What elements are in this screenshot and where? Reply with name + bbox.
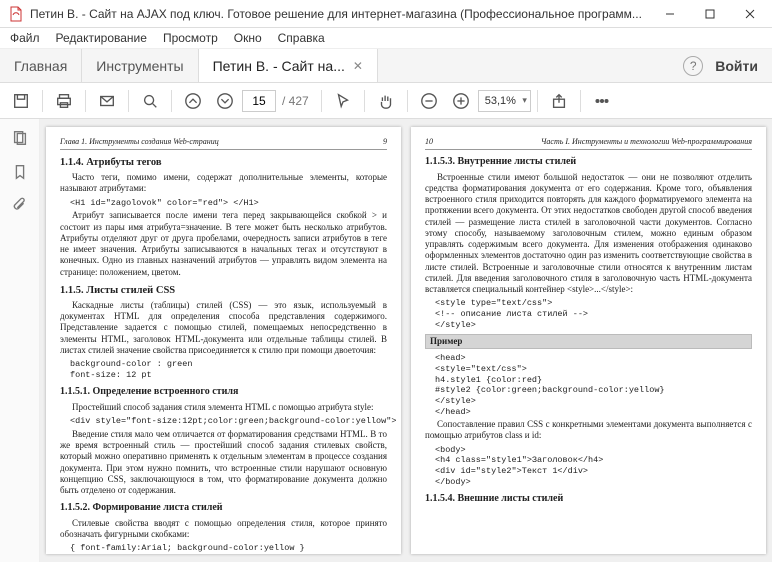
code-block: <div style="font-size:12pt;color:green;b… — [70, 416, 387, 427]
tab-document[interactable]: Петин В. - Сайт на... ✕ — [199, 49, 378, 82]
page-up-button[interactable] — [178, 86, 208, 116]
tab-label: Инструменты — [96, 58, 183, 74]
paragraph: Встроенные стили имеют большой недостато… — [425, 172, 752, 296]
print-button[interactable] — [49, 86, 79, 116]
attachments-panel-button[interactable] — [9, 195, 31, 217]
paragraph: Простейший способ задания стиля элемента… — [60, 402, 387, 413]
thumbnails-panel-button[interactable] — [9, 127, 31, 149]
sidebar — [0, 119, 40, 562]
bookmarks-panel-button[interactable] — [9, 161, 31, 183]
toolbar: / 427 53,1% — [0, 83, 772, 119]
zoom-select[interactable]: 53,1% — [478, 90, 531, 112]
heading-1-1-5-4: 1.1.5.4. Внешние листы стилей — [425, 493, 752, 506]
menu-edit[interactable]: Редактирование — [56, 31, 147, 45]
code-block: <body> <h4 class="style1">Заголовок</h4>… — [435, 445, 752, 488]
tab-label: Петин В. - Сайт на... — [213, 58, 345, 74]
page-number: 10 — [425, 137, 433, 147]
example-label: Пример — [425, 334, 752, 349]
paragraph: Атрибут записывается после имени тега пе… — [60, 210, 387, 278]
code-block: <style type="text/css"> <!-- описание ли… — [435, 298, 752, 330]
paragraph: Введение стиля мало чем отличается от фо… — [60, 429, 387, 497]
save-button[interactable] — [6, 86, 36, 116]
paragraph: Каскадные листы (таблицы) стилей (CSS) —… — [60, 300, 387, 356]
paragraph: Часто теги, помимо имени, содержат допол… — [60, 172, 387, 195]
more-tools-button[interactable] — [587, 86, 617, 116]
select-tool-button[interactable] — [328, 86, 358, 116]
tabbar: Главная Инструменты Петин В. - Сайт на..… — [0, 49, 772, 83]
heading-1-1-5-3: 1.1.5.3. Внутренние листы стилей — [425, 156, 752, 169]
find-button[interactable] — [135, 86, 165, 116]
tab-home[interactable]: Главная — [0, 49, 82, 82]
login-button[interactable]: Войти — [715, 58, 758, 74]
menu-help[interactable]: Справка — [278, 31, 325, 45]
heading-1-1-5-1: 1.1.5.1. Определение встроенного стиля — [60, 386, 387, 399]
close-button[interactable] — [730, 0, 770, 28]
menu-window[interactable]: Окно — [234, 31, 262, 45]
tab-tools[interactable]: Инструменты — [82, 49, 198, 82]
workspace: Глава 1. Инструменты создания Web-страни… — [0, 119, 772, 562]
share-button[interactable] — [544, 86, 574, 116]
zoom-out-button[interactable] — [414, 86, 444, 116]
menubar: Файл Редактирование Просмотр Окно Справк… — [0, 28, 772, 49]
page-number: 9 — [383, 137, 387, 147]
help-icon[interactable]: ? — [683, 56, 703, 76]
maximize-button[interactable] — [690, 0, 730, 28]
code-block: <head> <style="text/css"> h4.style1 {col… — [435, 353, 752, 417]
app-logo-icon — [8, 6, 24, 22]
mail-button[interactable] — [92, 86, 122, 116]
page-total-label: / 427 — [282, 94, 309, 108]
page-view[interactable]: Глава 1. Инструменты создания Web-страни… — [40, 119, 772, 562]
code-block: { font-family:Arial; background-color:ye… — [70, 543, 387, 554]
page-right: 10 Часть I. Инструменты и технологии Web… — [411, 127, 766, 554]
page-down-button[interactable] — [210, 86, 240, 116]
code-block: <H1 id="zagolovok" color="red"> </H1> — [70, 198, 387, 209]
minimize-button[interactable] — [650, 0, 690, 28]
tab-label: Главная — [14, 58, 67, 74]
zoom-in-button[interactable] — [446, 86, 476, 116]
code-block: background-color : green font-size: 12 p… — [70, 359, 387, 380]
running-head-right: Часть I. Инструменты и технологии Web-пр… — [541, 137, 752, 147]
paragraph: Сопоставление правил CSS с конкретными э… — [425, 419, 752, 442]
zoom-value: 53,1% — [485, 95, 516, 107]
heading-1-1-4: 1.1.4. Атрибуты тегов — [60, 156, 387, 169]
menu-file[interactable]: Файл — [10, 31, 40, 45]
page-left: Глава 1. Инструменты создания Web-страни… — [46, 127, 401, 554]
paragraph: Стилевые свойства вводят с помощью опред… — [60, 518, 387, 541]
hand-tool-button[interactable] — [371, 86, 401, 116]
running-head-left: Глава 1. Инструменты создания Web-страни… — [60, 137, 219, 147]
titlebar: Петин В. - Сайт на AJAX под ключ. Готово… — [0, 0, 772, 28]
tab-close-icon[interactable]: ✕ — [353, 59, 363, 73]
menu-view[interactable]: Просмотр — [163, 31, 218, 45]
window-title: Петин В. - Сайт на AJAX под ключ. Готово… — [30, 7, 650, 21]
heading-1-1-5: 1.1.5. Листы стилей CSS — [60, 284, 387, 297]
heading-1-1-5-2: 1.1.5.2. Формирование листа стилей — [60, 502, 387, 515]
page-number-input[interactable] — [242, 90, 276, 112]
